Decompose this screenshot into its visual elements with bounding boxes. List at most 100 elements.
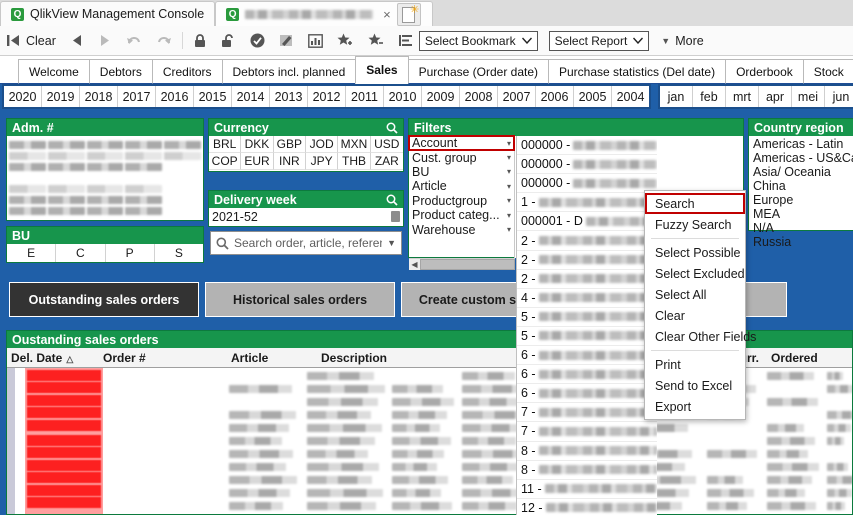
table-cell[interactable] xyxy=(707,502,747,510)
adm-number-value[interactable] xyxy=(9,196,46,204)
year-item[interactable]: 2005 xyxy=(574,86,612,107)
currency-value[interactable]: COP xyxy=(209,153,241,170)
adm-number-value[interactable] xyxy=(125,196,162,204)
year-item[interactable]: 2019 xyxy=(42,86,80,107)
adm-number-value[interactable] xyxy=(87,185,124,193)
confirm-button[interactable] xyxy=(243,26,272,55)
year-item[interactable]: 2009 xyxy=(422,86,460,107)
outstanding-sales-orders-button[interactable]: Outstanding sales orders xyxy=(9,282,199,317)
adm-number-value[interactable] xyxy=(48,185,85,193)
table-cell[interactable] xyxy=(767,424,804,432)
adm-number-value[interactable] xyxy=(9,185,46,193)
table-cell[interactable] xyxy=(767,437,815,445)
del-date-cell[interactable] xyxy=(27,395,101,406)
scroll-left-arrow-icon[interactable]: ◀ xyxy=(409,260,420,269)
account-list-item[interactable]: 6 - xyxy=(517,346,657,365)
table-cell[interactable] xyxy=(767,476,812,484)
adm-number-value[interactable] xyxy=(87,152,124,160)
table-cell[interactable] xyxy=(827,476,852,484)
filter-field-product-categ[interactable]: Product categ... ▾ xyxy=(409,208,514,222)
tab-sales[interactable]: Sales xyxy=(355,56,408,84)
bu-value[interactable]: P xyxy=(106,244,155,262)
account-list-item[interactable]: 11 - xyxy=(517,480,657,499)
adm-number-value[interactable] xyxy=(9,141,46,149)
table-cell[interactable] xyxy=(827,424,851,432)
adm-number-column[interactable] xyxy=(48,139,85,217)
select-bookmark-dropdown[interactable]: Select Bookmark xyxy=(419,31,538,51)
adm-number-value[interactable] xyxy=(9,174,46,182)
month-item[interactable]: jun xyxy=(825,86,853,107)
chevron-down-icon[interactable]: ▾ xyxy=(507,182,511,191)
del-date-cell[interactable] xyxy=(27,382,101,393)
country-region-item[interactable]: MEA xyxy=(749,207,853,221)
table-cell[interactable] xyxy=(462,463,520,471)
table-cell[interactable] xyxy=(767,398,818,406)
account-list-item[interactable]: 1 - xyxy=(517,193,657,212)
table-cell[interactable] xyxy=(229,424,289,432)
currency-value[interactable]: BRL xyxy=(209,136,241,153)
filter-field-bu[interactable]: BU ▾ xyxy=(409,165,514,179)
table-cell[interactable] xyxy=(392,385,443,393)
menu-item-select-all[interactable]: Select All xyxy=(645,284,745,305)
table-cell[interactable] xyxy=(767,372,814,380)
adm-number-value[interactable] xyxy=(87,207,124,215)
year-item[interactable]: 2017 xyxy=(118,86,156,107)
horizontal-scrollbar[interactable]: ◀ xyxy=(409,258,515,270)
table-cell[interactable] xyxy=(307,437,375,445)
del-date-cell[interactable] xyxy=(27,435,101,446)
table-column-header[interactable]: Order # xyxy=(99,351,227,365)
table-cell[interactable] xyxy=(392,502,452,510)
filter-field-account[interactable]: Account ▾ xyxy=(409,136,514,150)
tab-welcome[interactable]: Welcome xyxy=(18,59,90,84)
adm-number-value[interactable] xyxy=(164,207,201,215)
menu-item-search[interactable]: Search xyxy=(645,193,745,214)
del-date-cell[interactable] xyxy=(27,420,101,431)
new-tab-button[interactable]: ✳ xyxy=(397,3,421,26)
table-cell[interactable] xyxy=(229,489,290,497)
remove-bookmark-button[interactable] xyxy=(361,26,392,55)
del-date-cell[interactable] xyxy=(27,485,101,496)
adm-number-value[interactable] xyxy=(125,174,162,182)
tab-purchase-order-date[interactable]: Purchase (Order date) xyxy=(408,59,549,84)
account-list-item[interactable]: 12 - xyxy=(517,499,657,515)
adm-number-value[interactable] xyxy=(48,152,85,160)
year-item[interactable]: 2014 xyxy=(232,86,270,107)
country-region-item[interactable]: N/A xyxy=(749,221,853,235)
table-cell[interactable] xyxy=(392,489,441,497)
country-region-item[interactable]: Americas - Latin xyxy=(749,137,853,151)
account-list-item[interactable]: 000000 - xyxy=(517,174,657,193)
more-button[interactable]: ▼ More xyxy=(661,34,703,48)
table-cell[interactable] xyxy=(392,424,440,432)
adm-number-value[interactable] xyxy=(48,207,85,215)
edit-button[interactable] xyxy=(272,26,301,55)
adm-number-column[interactable] xyxy=(125,139,162,217)
year-item[interactable]: 2007 xyxy=(498,86,536,107)
undo-button[interactable] xyxy=(119,26,149,55)
table-cell[interactable] xyxy=(307,411,371,419)
table-cell[interactable] xyxy=(307,463,379,471)
table-cell[interactable] xyxy=(229,463,286,471)
tab-creditors[interactable]: Creditors xyxy=(152,59,223,84)
chevron-down-icon[interactable]: ▾ xyxy=(507,225,511,234)
clear-button[interactable]: Clear xyxy=(0,26,63,55)
year-item[interactable]: 2020 xyxy=(4,86,42,107)
table-cell[interactable] xyxy=(707,489,754,497)
menu-item-clear[interactable]: Clear xyxy=(645,305,745,326)
year-item[interactable]: 2006 xyxy=(536,86,574,107)
table-cell[interactable] xyxy=(462,476,513,484)
adm-number-value[interactable] xyxy=(125,185,162,193)
select-report-dropdown[interactable]: Select Report xyxy=(549,31,650,51)
adm-number-value[interactable] xyxy=(164,196,201,204)
del-date-cell[interactable] xyxy=(27,407,101,418)
table-cell[interactable] xyxy=(707,476,743,484)
month-item[interactable]: feb xyxy=(693,86,726,107)
menu-item-clear-other-fields[interactable]: Clear Other Fields xyxy=(645,326,745,347)
table-cell[interactable] xyxy=(392,398,454,406)
adm-number-value[interactable] xyxy=(87,196,124,204)
chevron-down-icon[interactable]: ▾ xyxy=(507,211,511,220)
month-item[interactable]: mei xyxy=(792,86,825,107)
menu-item-fuzzy-search[interactable]: Fuzzy Search xyxy=(645,214,745,235)
table-column-header[interactable]: Ordered xyxy=(767,351,847,365)
table-cell[interactable] xyxy=(392,476,448,484)
table-cell[interactable] xyxy=(767,502,816,510)
